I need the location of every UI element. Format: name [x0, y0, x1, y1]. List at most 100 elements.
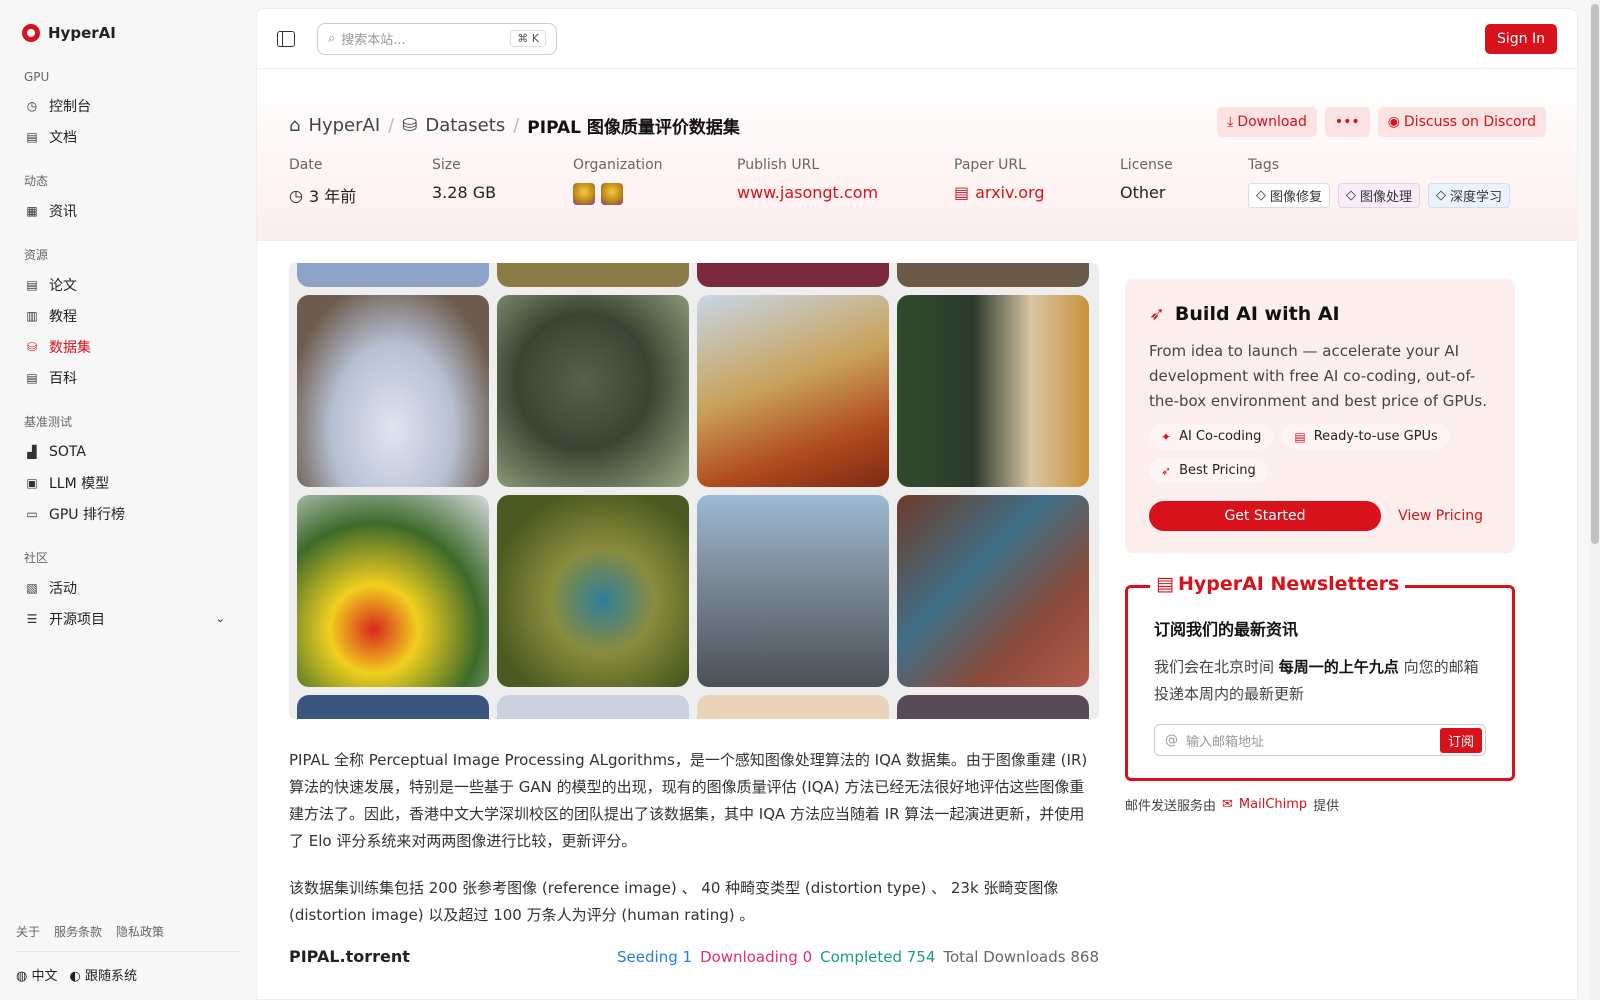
- chip-gpus[interactable]: ▤ Ready-to-use GPUs: [1282, 424, 1450, 449]
- sign-in-button[interactable]: Sign In: [1485, 23, 1557, 54]
- total-count: 868: [1070, 947, 1099, 966]
- gauge-icon: ◷: [26, 98, 38, 113]
- discord-icon: ◉: [1387, 114, 1400, 130]
- sidebar-item-papers[interactable]: ▤ 论文: [16, 269, 234, 300]
- provider-post: 提供: [1313, 799, 1340, 814]
- mailchimp-link[interactable]: MailChimp: [1239, 797, 1307, 812]
- nav-section-news: 动态: [24, 174, 49, 188]
- sidebar-item-label: 数据集: [49, 339, 91, 356]
- chart-icon: ▟: [27, 444, 37, 459]
- tag-icon: ◇: [1346, 188, 1357, 203]
- brand-name: HyperAI: [48, 24, 116, 42]
- tag-icon: ◇: [1436, 188, 1447, 203]
- breadcrumb-datasets[interactable]: Datasets: [425, 115, 505, 136]
- meta-label: Tags: [1248, 157, 1279, 173]
- meta-organization: Organization: [573, 157, 737, 208]
- sidebar-item-label: GPU 排行榜: [49, 506, 125, 523]
- scrollbar-thumb[interactable]: [1591, 4, 1599, 544]
- download-button[interactable]: ⤓ Download: [1217, 107, 1317, 137]
- hyperai-logo-icon: [22, 24, 40, 42]
- footer-link-privacy[interactable]: 隐私政策: [116, 923, 164, 940]
- book-icon: ▥: [26, 308, 38, 323]
- subscribe-button[interactable]: 订阅: [1439, 727, 1482, 753]
- sidebar-toggle-icon[interactable]: [277, 30, 295, 47]
- brand[interactable]: HyperAI: [16, 20, 234, 46]
- build-ai-title-text: Build AI with AI: [1174, 303, 1340, 325]
- email-field[interactable]: 输入邮箱地址: [1186, 731, 1432, 750]
- chip-pricing[interactable]: ➶ Best Pricing: [1149, 458, 1268, 483]
- discord-button[interactable]: ◉ Discuss on Discord: [1377, 107, 1546, 137]
- tag-label: 图像修复: [1270, 190, 1323, 205]
- preview-tile: [697, 295, 889, 487]
- sidebar-item-label: 论文: [49, 277, 77, 294]
- search-placeholder: 搜索本站...: [341, 33, 406, 48]
- theme-switch[interactable]: ◐ 跟随系统: [70, 965, 138, 984]
- sidebar-item-gpu-leaderboard[interactable]: ▭ GPU 排行榜: [16, 498, 234, 529]
- preview-tile: [497, 295, 689, 487]
- search-input[interactable]: ⌕ 搜索本站... ⌘ K: [317, 22, 557, 55]
- chip-label: AI Co-coding: [1179, 429, 1262, 444]
- total-downloads-stat: Total Downloads 868: [943, 948, 1099, 966]
- publish-url-link[interactable]: www.jasongt.com: [737, 183, 954, 202]
- completed-label: Completed: [820, 947, 902, 966]
- completed-stat: Completed 754: [820, 948, 935, 966]
- meta-paper-url: Paper URL ▤ arxiv.org: [954, 157, 1120, 208]
- sidebar-item-sota[interactable]: ▟ SOTA: [16, 436, 234, 467]
- sidebar-item-news[interactable]: ▦ 资讯: [16, 195, 234, 226]
- nav-section-community: 社区: [24, 551, 49, 565]
- sidebar-item-llm[interactable]: ▣ LLM 模型: [16, 467, 234, 498]
- download-label: Download: [1237, 114, 1307, 130]
- downloading-stat: Downloading 0: [700, 948, 812, 966]
- sidebar-item-events[interactable]: ▧ 活动: [16, 572, 234, 603]
- footer-link-terms[interactable]: 服务条款: [54, 923, 102, 940]
- footer-link-about[interactable]: 关于: [16, 923, 40, 940]
- language-switch[interactable]: ◍ 中文: [16, 965, 58, 984]
- downloading-label: Downloading: [700, 947, 798, 966]
- newsletter-desc-bold: 每周一的上午九点: [1278, 658, 1399, 676]
- sidebar-item-opensource[interactable]: ☰ 开源项目 ⌄: [16, 603, 234, 634]
- tag-item[interactable]: ◇ 图像处理: [1338, 183, 1421, 208]
- seeding-label: Seeding: [617, 947, 678, 966]
- meta-label: Paper URL: [954, 157, 1026, 173]
- meta-tags: Tags ◇ 图像修复 ◇ 图像处理 ◇ 深度学习: [1248, 157, 1511, 208]
- sidebar-item-datasets[interactable]: ⛁ 数据集: [16, 331, 234, 362]
- torrent-name[interactable]: PIPAL.torrent: [289, 947, 410, 966]
- more-button[interactable]: •••: [1324, 107, 1370, 137]
- paper-url-link[interactable]: ▤ arxiv.org: [954, 183, 1120, 202]
- preview-tile: [297, 295, 489, 487]
- preview-tile: [897, 263, 1089, 287]
- meta-label: Date: [289, 157, 323, 173]
- get-started-button[interactable]: Get Started: [1149, 501, 1381, 531]
- tag-item[interactable]: ◇ 图像修复: [1248, 183, 1331, 208]
- page-scrollbar[interactable]: [1590, 0, 1600, 1000]
- sidebar-item-wiki[interactable]: ▤ 百科: [16, 362, 234, 393]
- sidebar: HyperAI GPU ◷ 控制台 ▤ 文档 动态 ▦ 资讯 资源 ▤ 论文 ▥ 教程 ⛁…: [0, 0, 250, 1000]
- meta-label: Organization: [573, 157, 663, 173]
- discord-label: Discuss on Discord: [1403, 114, 1536, 130]
- preview-tile: [497, 263, 689, 287]
- sidebar-item-tutorials[interactable]: ▥ 教程: [16, 300, 234, 331]
- dataset-meta: Date ◷ 3 年前 Size 3.28 GB Organization Pub…: [289, 157, 1511, 208]
- preview-tile: [697, 495, 889, 687]
- newsletter-form: @ 输入邮箱地址 订阅: [1154, 724, 1486, 756]
- sidebar-item-label: 开源项目: [49, 611, 105, 628]
- org-logo-icon[interactable]: [601, 183, 623, 205]
- tag-item[interactable]: ◇ 深度学习: [1428, 183, 1511, 208]
- meta-date: Date ◷ 3 年前: [289, 157, 432, 208]
- home-icon: ⌂: [289, 115, 301, 136]
- preview-tile: [297, 695, 489, 719]
- monitor-icon: ▭: [26, 506, 38, 521]
- breadcrumb-home[interactable]: HyperAI: [308, 115, 380, 136]
- meta-publish-url: Publish URL www.jasongt.com: [737, 157, 954, 208]
- sidebar-item-console[interactable]: ◷ 控制台: [16, 90, 234, 121]
- sidebar-item-docs[interactable]: ▤ 文档: [16, 121, 234, 152]
- org-logo-icon[interactable]: [573, 183, 595, 205]
- newsletter-box: ▤ HyperAI Newsletters 订阅我们的最新资讯 我们会在北京时间…: [1125, 573, 1515, 781]
- view-pricing-link[interactable]: View Pricing: [1398, 508, 1483, 524]
- dataset-preview-image: [289, 263, 1099, 719]
- preview-tile: [497, 695, 689, 719]
- database-icon: ⛁: [402, 115, 418, 136]
- meta-license: License Other: [1120, 157, 1248, 208]
- main-panel: ⌕ 搜索本站... ⌘ K Sign In ⌂ HyperAI / ⛁ Data…: [256, 8, 1578, 1000]
- chip-ai-coding[interactable]: ✦ AI Co-coding: [1149, 424, 1274, 449]
